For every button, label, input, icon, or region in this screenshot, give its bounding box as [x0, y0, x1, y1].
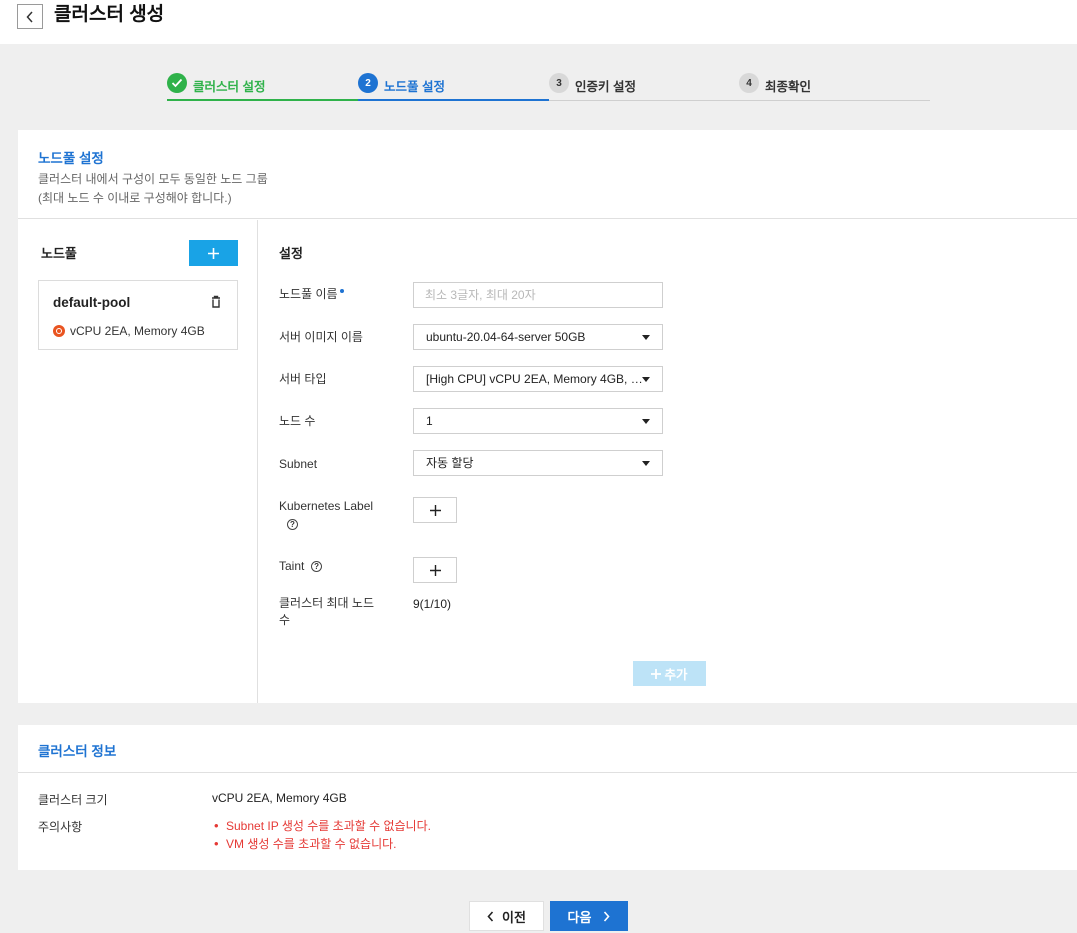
nodepool-list-heading: 노드풀 [41, 246, 77, 261]
pool-name-input[interactable]: 최소 3글자, 최대 20자 [413, 282, 663, 308]
step-number: 4 [739, 73, 759, 93]
caret-down-icon [642, 419, 650, 424]
placeholder-text: 최소 3글자, 최대 20자 [425, 288, 536, 302]
help-icon[interactable]: ? [311, 561, 323, 573]
subnet-label: Subnet [279, 457, 318, 471]
chevron-right-icon [604, 910, 611, 922]
label-text: Kubernetes Label [279, 499, 374, 513]
nodepool-spec: vCPU 2EA, Memory 4GB [53, 324, 205, 338]
wizard-stepper: 클러스터 설정 2 노드풀 설정 3 인증키 설정 4 최종확인 [167, 70, 930, 102]
step-underline [167, 99, 358, 101]
step-number: 2 [358, 73, 378, 93]
step-underline [358, 99, 549, 101]
button-label: 다음 [567, 909, 592, 925]
notice-label: 주의사항 [38, 820, 83, 834]
label-text: 노드풀 이름 [279, 287, 338, 301]
settings-heading: 설정 [279, 246, 303, 261]
server-type-select[interactable]: [High CPU] vCPU 2EA, Memory 4GB, [SSD] [413, 366, 663, 392]
label-line: 클러스터 최대 노드 [279, 596, 374, 610]
check-icon [167, 73, 187, 93]
cluster-size-value: vCPU 2EA, Memory 4GB [212, 791, 347, 805]
kubernetes-label-label: Kubernetes Label ? [279, 498, 373, 533]
settings-column: 설정 노드풀 이름 최소 3글자, 최대 20자 서버 이미지 이름 ubunt… [259, 220, 1077, 703]
step-cluster-settings[interactable]: 클러스터 설정 [167, 73, 358, 101]
help-icon[interactable]: ? [287, 519, 298, 531]
nodepool-card[interactable]: default-pool vCPU 2EA, Memory 4GB [38, 280, 238, 350]
plus-icon [429, 504, 441, 516]
add-kubernetes-label-button[interactable] [413, 497, 457, 523]
server-image-select[interactable]: ubuntu-20.04-64-server 50GB [413, 324, 663, 350]
chevron-left-icon [487, 910, 494, 922]
label-text: Taint [279, 559, 305, 573]
nodepool-list-column: 노드풀 default-pool vCPU 2EA, Memory 4GB [18, 220, 258, 703]
warning-item: Subnet IP 생성 수를 초과할 수 없습니다. [214, 817, 431, 835]
caret-down-icon [642, 377, 650, 382]
description-line: 클러스터 내에서 구성이 모두 동일한 노드 그룹 [38, 172, 268, 186]
warning-item: VM 생성 수를 초과할 수 없습니다. [214, 835, 431, 853]
step-number: 3 [549, 73, 569, 93]
step-nodepool-settings[interactable]: 2 노드풀 설정 [358, 73, 549, 101]
description-line: (최대 노드 수 이내로 구성해야 합니다.) [38, 191, 232, 205]
add-taint-button[interactable] [413, 557, 457, 583]
caret-down-icon [642, 461, 650, 466]
step-label: 인증키 설정 [575, 80, 636, 94]
warning-list: Subnet IP 생성 수를 초과할 수 없습니다. VM 생성 수를 초과할… [214, 817, 431, 853]
select-value: ubuntu-20.04-64-server 50GB [426, 330, 586, 344]
pool-name-label: 노드풀 이름 [279, 286, 344, 303]
cluster-info-header: 클러스터 정보 [18, 725, 1077, 773]
cluster-size-label: 클러스터 크기 [38, 793, 108, 807]
nodepool-name: default-pool [53, 295, 131, 310]
select-value: 1 [426, 414, 433, 428]
ubuntu-icon [53, 325, 65, 337]
plus-icon [208, 247, 219, 259]
add-nodepool-submit-button[interactable]: 추가 [633, 661, 706, 686]
caret-down-icon [642, 335, 650, 340]
nodepool-panel-header: 노드풀 설정 클러스터 내에서 구성이 모두 동일한 노드 그룹 (최대 노드 … [18, 130, 1077, 219]
node-count-label: 노드 수 [279, 414, 316, 428]
max-nodes-value: 9(1/10) [413, 597, 452, 611]
section-title: 노드풀 설정 [38, 151, 104, 166]
step-label: 클러스터 설정 [193, 80, 266, 94]
nodepool-panel: 노드풀 설정 클러스터 내에서 구성이 모두 동일한 노드 그룹 (최대 노드 … [18, 130, 1077, 703]
help-wrapper: ? [279, 516, 373, 533]
node-count-select[interactable]: 1 [413, 408, 663, 434]
plus-icon [651, 668, 662, 679]
plus-icon [429, 564, 441, 576]
top-bar: 클러스터 생성 [0, 0, 1077, 44]
next-button[interactable]: 다음 [550, 901, 628, 931]
label-line: 수 [279, 613, 291, 627]
step-label: 노드풀 설정 [384, 80, 445, 94]
trash-icon[interactable] [209, 294, 223, 310]
section-description: 클러스터 내에서 구성이 모두 동일한 노드 그룹 (최대 노드 수 이내로 구… [38, 170, 268, 208]
max-nodes-label: 클러스터 최대 노드 수 [279, 595, 374, 629]
select-value: [High CPU] vCPU 2EA, Memory 4GB, [SSD] [426, 372, 646, 386]
section-title: 클러스터 정보 [38, 744, 117, 759]
required-dot [339, 289, 344, 293]
chevron-left-icon [26, 10, 33, 23]
taint-label: Taint ? [279, 558, 323, 575]
page-title: 클러스터 생성 [54, 4, 165, 25]
button-label: 추가 [664, 668, 688, 682]
step-label: 최종확인 [765, 80, 812, 94]
select-value: 자동 할당 [426, 456, 474, 470]
server-type-label: 서버 타입 [279, 372, 327, 386]
button-label: 이전 [502, 909, 526, 925]
add-nodepool-button[interactable] [189, 240, 238, 266]
image-label: 서버 이미지 이름 [279, 330, 363, 344]
back-button[interactable] [17, 4, 43, 29]
nodepool-spec-text: vCPU 2EA, Memory 4GB [70, 324, 205, 338]
cluster-info-panel: 클러스터 정보 클러스터 크기 vCPU 2EA, Memory 4GB 주의사… [18, 725, 1077, 870]
previous-button[interactable]: 이전 [469, 901, 544, 931]
subnet-select[interactable]: 자동 할당 [413, 450, 663, 476]
